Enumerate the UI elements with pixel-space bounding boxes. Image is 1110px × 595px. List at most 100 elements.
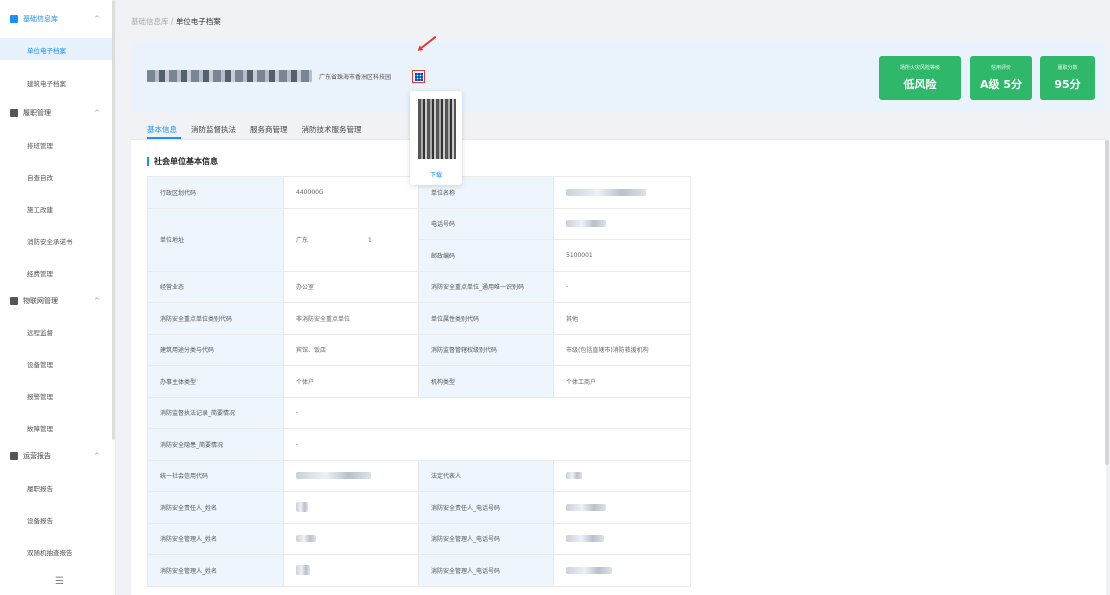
iot-icon xyxy=(10,297,18,305)
table-key: 消防监督执法记录_简要情况 xyxy=(147,396,284,429)
report-icon xyxy=(10,452,18,460)
sidebar-item-building-archive[interactable]: 建筑电子档案 xyxy=(27,78,66,88)
chevron-up-icon: ^ xyxy=(94,452,100,460)
redacted-value xyxy=(566,188,646,196)
sidebar-item-remote[interactable]: 远程监督 xyxy=(27,327,53,337)
sidebar-item-safety-pledge[interactable]: 消防安全承诺书 xyxy=(27,236,73,246)
unit-info-table: 行政区划代码 440000G 单位名称 单位地址 广东 1 电话号码 邮政编码 5… xyxy=(147,176,691,587)
table-key: 统一社会信用代码 xyxy=(147,459,284,492)
table-value xyxy=(553,459,691,492)
tab-bar: 基本信息 消防监督执法 服务商管理 消防技术服务管理 xyxy=(147,124,362,135)
table-row: 消防监督执法记录_简要情况 - xyxy=(147,396,691,429)
table-key: 机构类型 xyxy=(418,365,554,398)
content-scrollbar[interactable] xyxy=(1105,140,1109,465)
sidebar-group-reports[interactable]: 运营报告 ^ xyxy=(10,451,100,461)
qr-code-image xyxy=(418,99,456,159)
table-key: 单位属性类别代码 xyxy=(418,302,554,335)
sidebar-item-faults[interactable]: 故障管理 xyxy=(27,423,53,433)
sidebar-item-self-check[interactable]: 自查自改 xyxy=(27,172,53,182)
table-row: 消防安全管理人_姓名 消防安全管理人_电话号码 xyxy=(147,554,691,587)
table-value: 个体工商户 xyxy=(553,365,691,398)
sidebar-item-alarms[interactable]: 报警管理 xyxy=(27,391,53,401)
redacted-value xyxy=(566,535,604,543)
table-value xyxy=(283,459,419,492)
address-suffix: 1 xyxy=(368,237,372,244)
sidebar-item-device-report[interactable]: 设备报告 xyxy=(27,515,53,525)
breadcrumb-parent[interactable]: 基础信息库 xyxy=(131,17,169,26)
credit-rating-card: 信用评价 A级 5分 xyxy=(970,56,1032,100)
table-value: 非消防安全重点单位 xyxy=(283,302,419,335)
sidebar-group-label: 基础信息库 xyxy=(23,15,58,23)
table-value xyxy=(553,522,691,555)
tab-active-underline xyxy=(147,137,181,139)
address-prefix: 广东 xyxy=(296,237,309,244)
redacted-value xyxy=(566,220,606,228)
sidebar-group-duty[interactable]: 履职管理 ^ xyxy=(10,108,100,118)
table-row: 统一社会信用代码 法定代表人 xyxy=(147,459,691,492)
sidebar-item-funding[interactable]: 经费管理 xyxy=(27,268,53,278)
table-row: 经营业态 办公室 消防安全重点单位_通用唯一识别码 - xyxy=(147,270,691,303)
section-title-text: 社会单位基本信息 xyxy=(154,157,218,166)
sidebar-item-construction[interactable]: 施工改建 xyxy=(27,204,53,214)
table-row: 消防安全重点单位类别代码 非消防安全重点单位 单位属性类别代码 其他 xyxy=(147,302,691,335)
tab-basic-info[interactable]: 基本信息 xyxy=(147,124,177,135)
table-row: 单位地址 广东 1 电话号码 xyxy=(147,207,691,272)
unit-address: 广东省珠海市香洲区科技园 xyxy=(319,74,392,81)
table-row: 消防安全管理人_姓名 消防安全管理人_电话号码 xyxy=(147,522,691,555)
table-key: 消防安全责任人_姓名 xyxy=(147,491,284,524)
table-value: 市级(包括直辖市)消防救援机构 xyxy=(553,333,691,366)
table-value: 个体户 xyxy=(283,365,419,398)
qr-code-button[interactable] xyxy=(412,70,425,83)
sidebar-group-iot[interactable]: 物联网管理 ^ xyxy=(10,296,100,306)
table-key: 办事主体类型 xyxy=(147,365,284,398)
duty-icon xyxy=(10,109,18,117)
sidebar-group-label: 物联网管理 xyxy=(23,297,58,305)
chevron-up-icon: ^ xyxy=(94,109,100,117)
section-title: 社会单位基本信息 xyxy=(147,156,218,167)
table-key: 邮政编码 xyxy=(418,239,554,272)
redacted-value xyxy=(566,503,606,511)
chevron-up-icon: ^ xyxy=(94,297,100,305)
database-icon xyxy=(10,15,18,23)
redacted-value xyxy=(296,502,308,513)
table-key: 消防安全重点单位_通用唯一识别码 xyxy=(418,270,554,303)
table-row: 办事主体类型 个体户 机构类型 个体工商户 xyxy=(147,365,691,398)
table-value xyxy=(283,522,419,555)
table-value: 440000G xyxy=(283,176,419,209)
sidebar-group-basic-info[interactable]: 基础信息库 ^ xyxy=(10,14,100,24)
tab-enforcement[interactable]: 消防监督执法 xyxy=(191,124,236,135)
table-key: 单位地址 xyxy=(147,207,284,272)
table-key: 经营业态 xyxy=(147,270,284,303)
table-key: 消防安全管理人_电话号码 xyxy=(418,522,554,555)
table-key: 消防安全责任人_电话号码 xyxy=(418,491,554,524)
table-value xyxy=(553,176,691,209)
table-row: 建筑用途分类与代码 宾馆、饭店 消防监督管辖权级别代码 市级(包括直辖市)消防救… xyxy=(147,333,691,366)
company-name-redacted xyxy=(147,70,312,82)
table-value xyxy=(283,491,419,524)
table-value xyxy=(553,207,691,240)
table-value: 广东 1 xyxy=(283,207,419,272)
table-key: 消防监督管辖权级别代码 xyxy=(418,333,554,366)
collapse-menu-icon[interactable]: ☰ xyxy=(55,576,64,587)
section-bar-icon xyxy=(147,157,149,166)
tab-tech-service[interactable]: 消防技术服务管理 xyxy=(302,124,362,135)
table-value xyxy=(553,491,691,524)
sidebar-item-schedule[interactable]: 排班管理 xyxy=(27,140,53,150)
qr-download-link[interactable]: 下载 xyxy=(410,170,462,179)
sidebar-group-label: 运营报告 xyxy=(23,452,51,460)
redacted-value xyxy=(296,565,310,576)
sidebar-item-duty-report[interactable]: 履职报告 xyxy=(27,483,53,493)
sidebar-item-unit-archive[interactable]: 单位电子档案 xyxy=(27,45,66,55)
redacted-value xyxy=(566,472,582,480)
sidebar-item-devices[interactable]: 设备管理 xyxy=(27,359,53,369)
duty-score-value: 95分 xyxy=(1054,78,1081,91)
tab-divider xyxy=(131,139,1106,140)
redacted-value xyxy=(566,566,612,574)
redacted-value xyxy=(296,535,316,543)
tab-service-provider[interactable]: 服务商管理 xyxy=(250,124,288,135)
redacted-value xyxy=(296,472,371,480)
table-key: 消防安全管理人_姓名 xyxy=(147,522,284,555)
fire-risk-value: 低风险 xyxy=(903,78,937,91)
sidebar-item-random-report[interactable]: 双随机抽查报告 xyxy=(27,547,73,557)
sidebar-scrollbar[interactable] xyxy=(112,0,115,440)
